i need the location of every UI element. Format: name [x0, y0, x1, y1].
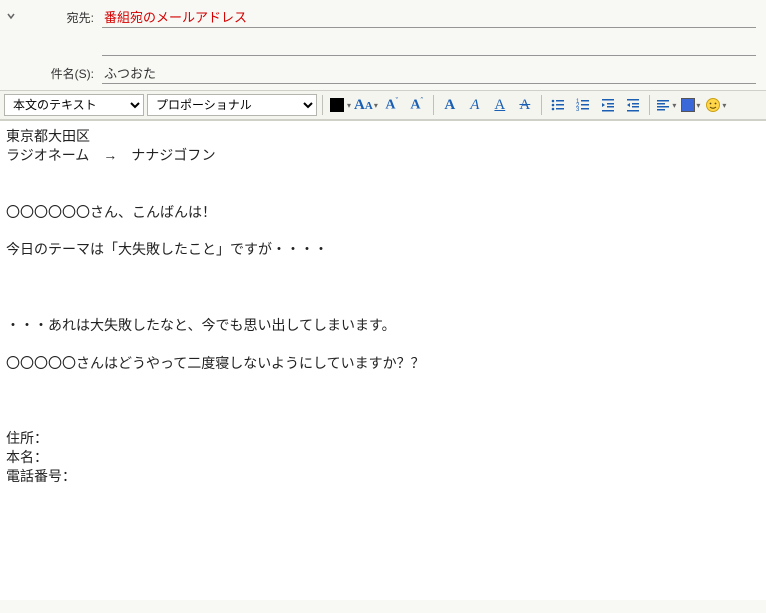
paragraph-format-select[interactable]: 本文のテキスト	[4, 94, 144, 116]
body-line	[6, 410, 760, 429]
body-line	[6, 373, 760, 392]
body-line: 住所：	[6, 429, 760, 448]
indent-button[interactable]	[622, 94, 644, 116]
body-line: ・・・あれは大失敗したなと、今でも思い出してしまいます。	[6, 316, 760, 335]
to-row: 宛先:	[0, 4, 766, 30]
format-toolbar: 本文のテキスト プロポーショナル ▾ AA▾ Aˇ Aˆ A A A A 123…	[0, 90, 766, 120]
body-line: 〇〇〇〇〇さんはどうやって二度寝しないようにしていますか？？	[6, 354, 760, 373]
separator	[433, 95, 434, 115]
body-line: 東京都大田区	[6, 127, 760, 146]
italic-button[interactable]: A	[464, 94, 486, 116]
message-body-editor[interactable]: 東京都大田区ラジオネーム → ナナジゴフン 〇〇〇〇〇〇さん、こんばんは！ 今日…	[0, 120, 766, 600]
emoji-button[interactable]: ▾	[705, 94, 727, 116]
font-size-button[interactable]: AA▾	[354, 94, 378, 116]
increase-font-button[interactable]: Aˆ	[406, 94, 428, 116]
body-line	[6, 165, 760, 184]
body-line	[6, 391, 760, 410]
extra-recipient-row	[0, 32, 766, 58]
body-line: ラジオネーム → ナナジゴフン	[6, 146, 760, 165]
align-button[interactable]: ▾	[655, 94, 677, 116]
body-line	[6, 221, 760, 240]
to-label[interactable]: 宛先:	[22, 9, 102, 26]
svg-text:3: 3	[576, 107, 580, 113]
separator	[322, 95, 323, 115]
subject-row: 件名(S):	[0, 60, 766, 86]
body-line: 本名：	[6, 448, 760, 467]
subject-label: 件名(S):	[22, 65, 102, 82]
highlight-color-button[interactable]: ▾	[680, 94, 702, 116]
body-line	[6, 184, 760, 203]
numbered-list-button[interactable]: 123	[572, 94, 594, 116]
decrease-font-button[interactable]: Aˇ	[381, 94, 403, 116]
strikethrough-button[interactable]: A	[514, 94, 536, 116]
separator	[541, 95, 542, 115]
extra-recipient-input[interactable]	[102, 34, 756, 56]
to-input[interactable]	[102, 6, 756, 28]
body-line	[6, 278, 760, 297]
bold-button[interactable]: A	[439, 94, 461, 116]
body-line	[6, 335, 760, 354]
font-family-select[interactable]: プロポーショナル	[147, 94, 317, 116]
body-line: 〇〇〇〇〇〇さん、こんばんは！	[6, 203, 760, 222]
expand-recipients-chevron[interactable]	[0, 10, 22, 24]
bullet-list-button[interactable]	[547, 94, 569, 116]
underline-button[interactable]: A	[489, 94, 511, 116]
body-line: 電話番号：	[6, 467, 760, 486]
subject-input[interactable]	[102, 62, 756, 84]
body-line	[6, 297, 760, 316]
separator	[649, 95, 650, 115]
body-line: 今日のテーマは「大失敗したこと」ですが・・・・	[6, 240, 760, 259]
body-line	[6, 259, 760, 278]
compose-header: 宛先: 件名(S):	[0, 0, 766, 90]
font-color-button[interactable]: ▾	[328, 94, 351, 116]
outdent-button[interactable]	[597, 94, 619, 116]
